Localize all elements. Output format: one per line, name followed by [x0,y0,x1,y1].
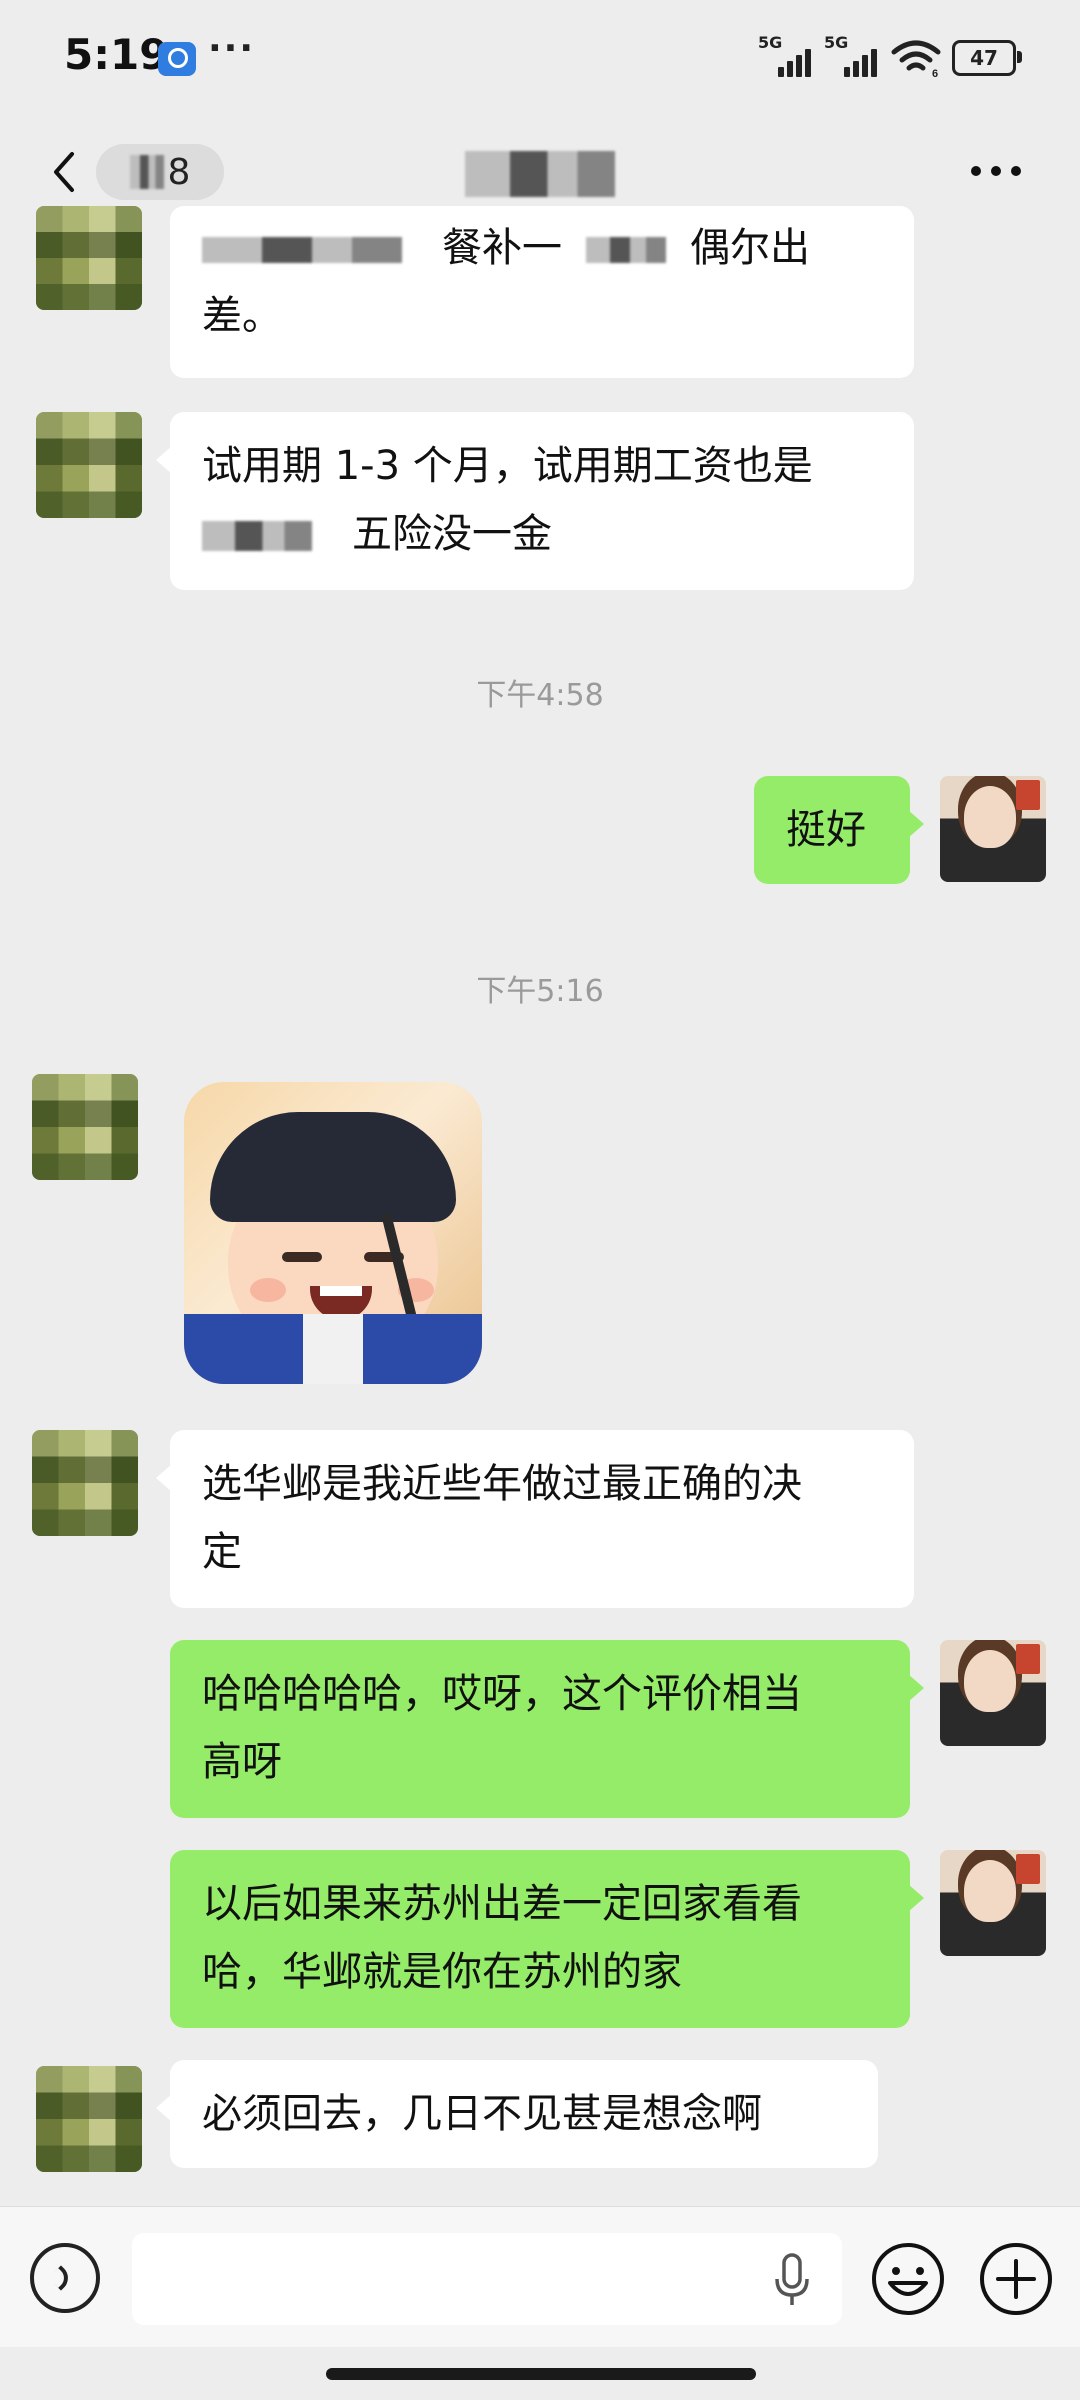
message-text: 偶尔出 [690,225,810,271]
timestamp-divider: 下午4:58 [476,678,604,713]
message-bubble-sent[interactable]: 以后如果来苏州出差一定回家看看 哈，华邺就是你在苏州的家 [170,1850,924,2028]
message-text: 哈哈哈哈哈，哎呀，这个评价相当 [202,1671,802,1717]
self-avatar[interactable] [940,1850,1046,1956]
message-text: 定 [202,1529,242,1575]
message-text: 必须回去，几日不见甚是想念啊 [202,2091,762,2137]
message-text: 五险没一金 [352,511,552,557]
redacted-block [586,237,666,263]
status-more-dots: ··· [208,28,256,69]
message-text: 差。 [202,293,282,339]
message-text: 试用期 1-3 个月，试用期工资也是 [202,443,813,489]
home-indicator[interactable] [326,2368,756,2380]
chevron-left-icon[interactable] [44,144,84,200]
contact-avatar[interactable] [36,206,142,310]
plus-icon[interactable] [978,2241,1054,2317]
redacted-block [202,521,312,551]
message-input[interactable] [132,2233,842,2325]
message-text: 餐补一 [442,225,562,271]
wifi-badge: 6 [932,68,938,78]
message-bubble-sent[interactable]: 挺好 [754,776,924,884]
voice-toggle-icon[interactable] [30,2243,100,2313]
message-text: 选华邺是我近些年做过最正确的决 [202,1461,802,1507]
message-line: 五险没一金 [202,500,882,568]
status-bar: 5:19 ··· 5G 5G 6 47 [0,0,1080,120]
signal-2-label: 5G [824,33,849,52]
message-line: 餐补一 偶尔出 [202,214,882,282]
redacted-block [202,237,402,263]
sticker-image[interactable] [184,1082,482,1384]
ai-app-icon [158,42,196,76]
contact-avatar[interactable] [32,1074,138,1180]
redacted-block [129,155,164,189]
message-bubble-received[interactable]: 必须回去，几日不见甚是想念啊 [156,2060,878,2168]
message-bubble-sent[interactable]: 哈哈哈哈哈，哎呀，这个评价相当 高呀 [170,1640,924,1818]
battery-icon: 47 [952,40,1022,76]
unread-count-badge[interactable]: 8 [96,144,224,200]
message-text: 以后如果来苏州出差一定回家看看 [202,1881,802,1927]
microphone-icon[interactable] [772,2251,812,2309]
status-time: 5:19 [64,30,169,79]
message-text: 高呀 [202,1739,282,1785]
message-bubble-received[interactable]: 餐补一 偶尔出 差。 [170,206,914,378]
self-avatar[interactable] [940,1640,1046,1746]
emoji-icon[interactable] [870,2241,946,2317]
chat-input-bar [0,2206,1080,2347]
message-text: 哈，华邺就是你在苏州的家 [202,1949,682,1995]
chat-screen: 5:19 ··· 5G 5G 6 47 8 餐补一 偶尔出 差。 试用期 1-3… [0,0,1080,2400]
signal-1-icon: 5G [758,33,814,77]
status-right-icons: 5G 5G 6 47 [758,33,1022,78]
wifi-icon: 6 [891,40,941,78]
contact-avatar[interactable] [36,2066,142,2172]
unread-count: 8 [167,151,191,193]
contact-avatar[interactable] [32,1430,138,1536]
redacted-contact-name [465,151,615,197]
message-bubble-received[interactable]: 试用期 1-3 个月，试用期工资也是 五险没一金 [156,412,914,590]
signal-2-icon: 5G [824,33,880,77]
self-avatar[interactable] [940,776,1046,882]
message-bubble-received[interactable]: 选华邺是我近些年做过最正确的决 定 [156,1430,914,1608]
more-horizontal-icon[interactable] [968,156,1024,186]
message-text: 挺好 [786,807,866,853]
timestamp-divider: 下午5:16 [476,974,604,1009]
battery-level: 47 [970,46,998,70]
signal-1-label: 5G [758,33,783,52]
contact-avatar[interactable] [36,412,142,518]
chat-title [440,146,640,202]
